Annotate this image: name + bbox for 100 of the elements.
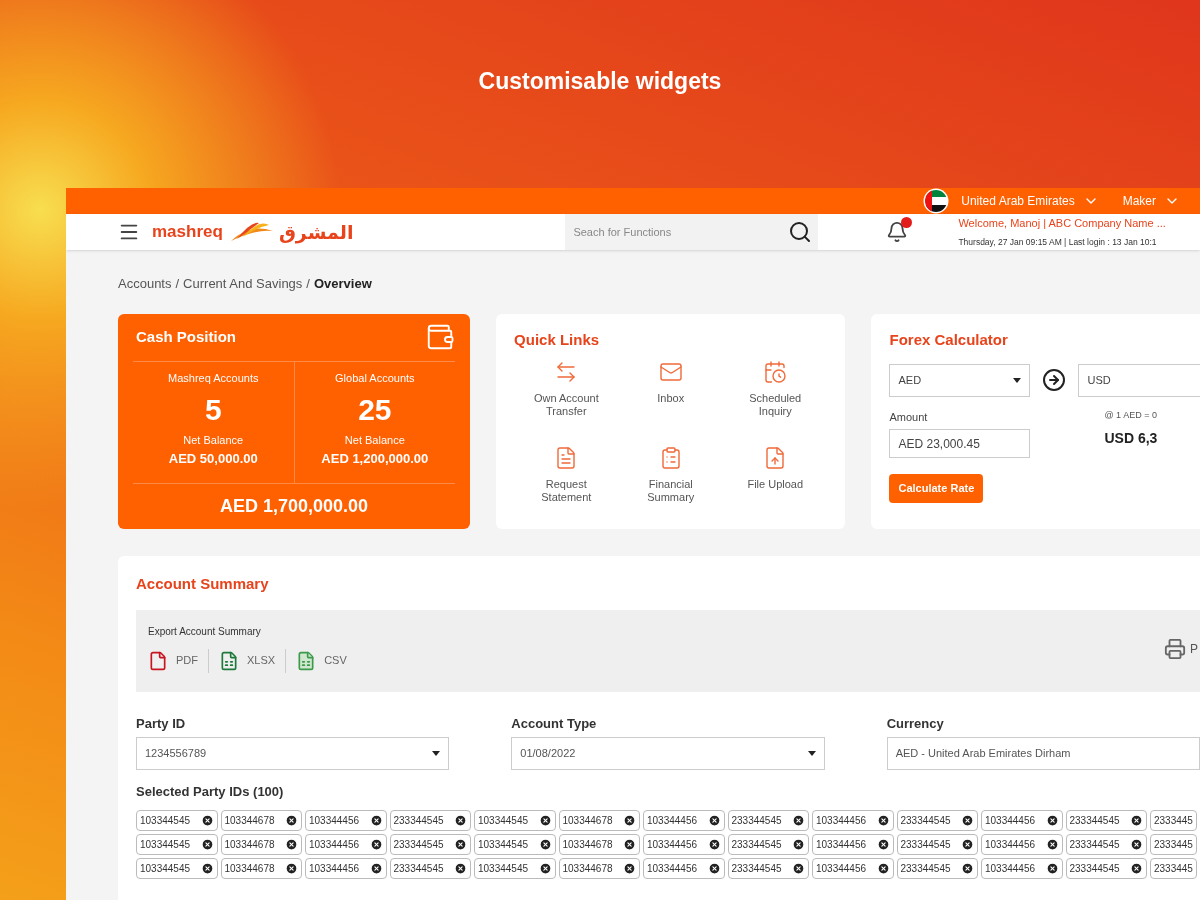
remove-icon[interactable] — [285, 837, 298, 851]
remove-icon[interactable] — [623, 861, 636, 875]
filter-select[interactable]: 01/08/2022 — [511, 737, 825, 770]
remove-icon[interactable] — [707, 861, 721, 875]
remove-icon[interactable] — [876, 837, 890, 851]
party-id-chip: 103344456 — [981, 857, 1063, 879]
amount-field[interactable]: AED 23,000.45 — [889, 429, 1031, 458]
quick-link[interactable]: File Upload — [723, 445, 828, 524]
quick-link[interactable]: Own Account Transfer — [514, 359, 619, 438]
party-id-chip: 233344545 — [1065, 833, 1147, 855]
remove-icon[interactable] — [876, 813, 890, 827]
notification-bell-icon[interactable] — [886, 221, 909, 243]
remove-icon[interactable] — [876, 861, 890, 875]
remove-icon[interactable] — [1130, 813, 1143, 827]
breadcrumb-separator: / — [175, 275, 180, 293]
remove-icon[interactable] — [1130, 861, 1143, 875]
caret-icon — [1013, 377, 1022, 383]
party-id-chip: 103344545 — [136, 809, 218, 831]
filter-label: Account Type — [511, 714, 598, 733]
party-id-chip: 103344456 — [981, 833, 1063, 855]
party-id-chip: 103344678 — [220, 833, 302, 855]
remove-icon[interactable] — [707, 813, 721, 827]
filter-field[interactable]: AED - United Arab Emirates Dirham — [886, 737, 1200, 770]
card-title: Account Summary — [136, 574, 269, 592]
remove-icon[interactable] — [285, 813, 298, 827]
remove-icon[interactable] — [200, 837, 214, 851]
party-id-chip: 233344545 — [389, 833, 471, 855]
remove-icon[interactable] — [707, 837, 721, 851]
account-count: 25 — [358, 392, 392, 428]
party-id-chip: 103344456 — [812, 809, 894, 831]
breadcrumb-item[interactable]: Current And Savings — [183, 274, 303, 294]
to-currency-field[interactable]: USD — [1078, 363, 1200, 397]
remove-icon[interactable] — [1130, 837, 1143, 851]
breadcrumb-separator: / — [306, 275, 310, 293]
party-id-chip: 233344545 — [1065, 857, 1147, 879]
remove-icon[interactable] — [961, 861, 974, 875]
print-button[interactable]: P — [1164, 637, 1200, 660]
caret-icon — [807, 751, 816, 756]
remove-icon[interactable] — [1045, 837, 1059, 851]
remove-icon[interactable] — [961, 813, 974, 827]
export-button[interactable]: XLSX — [219, 650, 276, 671]
party-id-chip: 233344545 — [727, 809, 809, 831]
remove-icon[interactable] — [285, 861, 298, 875]
remove-icon[interactable] — [1045, 813, 1059, 827]
remove-icon[interactable] — [623, 813, 636, 827]
remove-icon[interactable] — [200, 813, 214, 827]
party-id-chip: 103344678 — [558, 833, 640, 855]
pdf-icon — [148, 650, 168, 671]
search-field[interactable]: Seach for Functions — [565, 214, 819, 250]
notification-badge — [901, 217, 913, 228]
remove-icon[interactable] — [454, 861, 467, 875]
quick-link[interactable]: Scheduled Inquiry — [723, 359, 828, 438]
party-id-chip: 103344545 — [136, 833, 218, 855]
remove-icon[interactable] — [623, 837, 636, 851]
party-id-chip: 233344545 — [727, 857, 809, 879]
export-button[interactable]: CSV — [296, 650, 347, 671]
quick-link[interactable]: Financial Summary — [618, 445, 723, 524]
remove-icon[interactable] — [454, 837, 467, 851]
filter-select[interactable]: 1234556789 — [136, 737, 450, 770]
remove-icon[interactable] — [1045, 861, 1059, 875]
party-id-chip: 103344456 — [643, 809, 725, 831]
party-id-chip: 103344456 — [812, 833, 894, 855]
party-id-chip: 2333445 — [1150, 833, 1197, 855]
remove-icon[interactable] — [792, 837, 805, 851]
remove-icon[interactable] — [538, 813, 552, 827]
group-label: Global Accounts — [335, 370, 415, 386]
party-id-chip: 103344678 — [220, 809, 302, 831]
arrow-right-icon[interactable] — [1042, 368, 1067, 392]
remove-icon[interactable] — [961, 837, 974, 851]
quick-link[interactable]: Request Statement — [514, 445, 619, 524]
balance-label: Net Balance — [183, 433, 244, 448]
converted-amount: USD 6,3 — [1104, 429, 1158, 448]
remove-icon[interactable] — [792, 813, 805, 827]
remove-icon[interactable] — [369, 861, 383, 875]
from-currency-select[interactable]: AED — [889, 363, 1031, 397]
quick-link[interactable]: Inbox — [618, 359, 723, 438]
remove-icon[interactable] — [454, 813, 467, 827]
balance-amount: AED 50,000.00 — [168, 449, 258, 468]
card-title: Cash Position — [135, 326, 236, 347]
csv-icon — [296, 650, 317, 671]
card-title: Quick Links — [514, 330, 600, 348]
filter-label: Party ID — [136, 714, 187, 733]
remove-icon[interactable] — [369, 813, 383, 827]
amount-label: Amount — [889, 409, 929, 425]
remove-icon[interactable] — [538, 837, 552, 851]
remove-icon[interactable] — [369, 837, 383, 851]
party-id-chip: 103344456 — [981, 809, 1063, 831]
balance-label: Net Balance — [344, 433, 405, 448]
breadcrumb-item[interactable]: Accounts — [118, 274, 172, 294]
page-heading: Customisable widgets — [478, 67, 722, 96]
remove-icon[interactable] — [538, 861, 552, 875]
remove-icon[interactable] — [200, 861, 214, 875]
search-icon[interactable] — [788, 220, 813, 244]
remove-icon[interactable] — [792, 861, 805, 875]
wallet-icon — [425, 322, 456, 352]
party-id-chip: 103344456 — [305, 833, 387, 855]
selected-ids-label: Selected Party IDs (100) — [136, 783, 285, 801]
export-button[interactable]: PDF — [148, 650, 198, 671]
party-id-chip: 233344545 — [1065, 809, 1147, 831]
party-id-chip: 233344545 — [896, 833, 978, 855]
